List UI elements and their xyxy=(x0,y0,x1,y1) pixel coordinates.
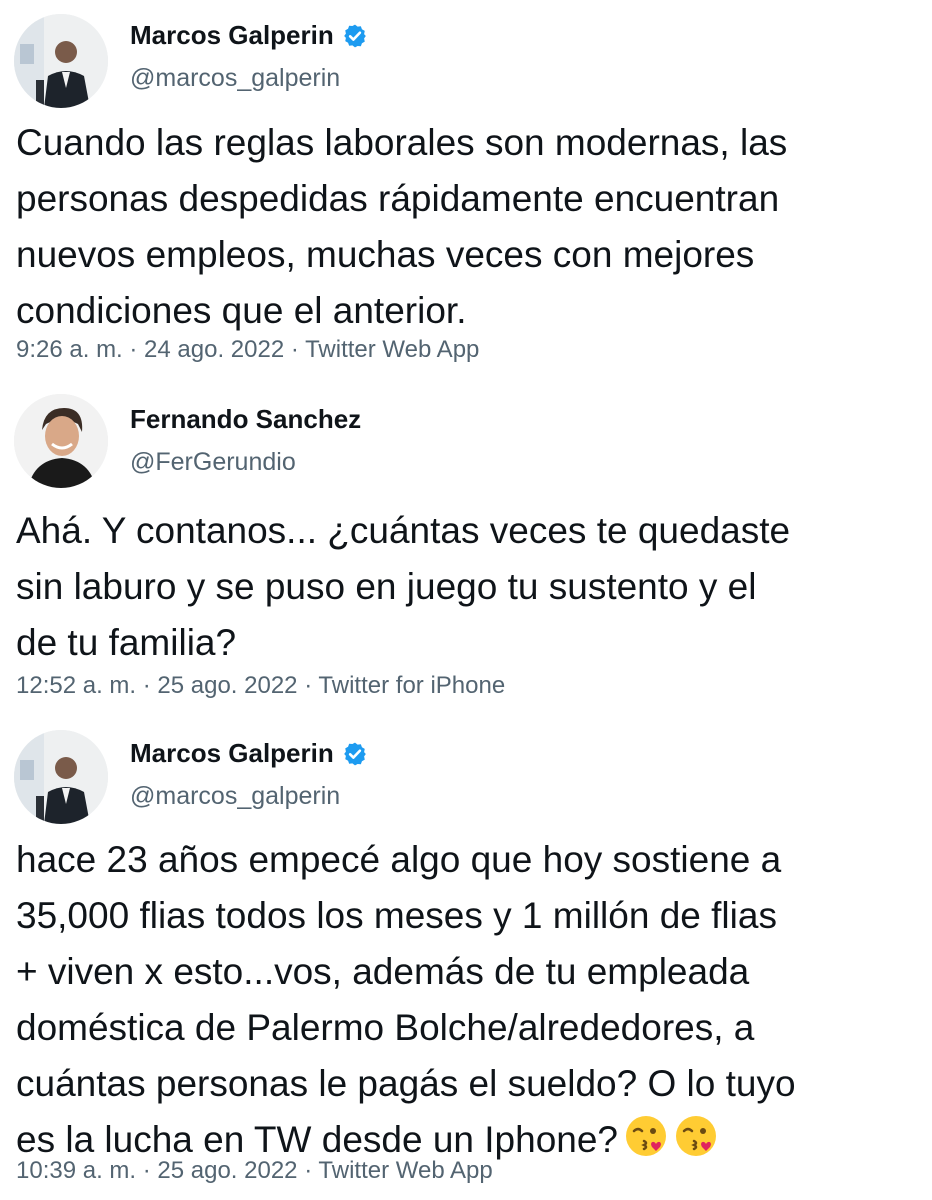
avatar[interactable] xyxy=(14,14,108,108)
tweet-text: hace 23 años empecé algo que hoy sostien… xyxy=(16,832,921,1168)
author-handle[interactable]: @marcos_galperin xyxy=(130,782,340,811)
profile-photo-man-suit-icon xyxy=(14,730,108,824)
tweet-meta[interactable]: 12:52 a. m. · 25 ago. 2022 · Twitter for… xyxy=(16,672,505,700)
tweet-meta[interactable]: 9:26 a. m. · 24 ago. 2022 · Twitter Web … xyxy=(16,336,479,364)
author-name[interactable]: Marcos Galperin xyxy=(130,738,334,769)
author-name[interactable]: Marcos Galperin xyxy=(130,20,334,51)
tweet-meta[interactable]: 10:39 a. m. · 25 ago. 2022 · Twitter Web… xyxy=(16,1157,493,1185)
author-handle[interactable]: @marcos_galperin xyxy=(130,64,340,93)
profile-photo-man-smiling-icon xyxy=(14,394,108,488)
verified-badge-icon xyxy=(343,742,366,765)
face-blowing-kiss-emoji-icon xyxy=(626,1116,667,1156)
tweet-text-content: hace 23 años empecé algo que hoy sostien… xyxy=(16,839,796,1160)
author-name[interactable]: Fernando Sanchez xyxy=(130,404,361,435)
tweet-text: Cuando las reglas laborales son modernas… xyxy=(16,122,788,331)
verified-badge-icon xyxy=(343,24,366,47)
avatar[interactable] xyxy=(14,730,108,824)
author-handle[interactable]: @FerGerundio xyxy=(130,448,296,477)
tweet-text: Ahá. Y contanos... ¿cuántas veces te que… xyxy=(16,510,791,663)
profile-photo-man-suit-icon xyxy=(14,14,108,108)
face-blowing-kiss-emoji-icon xyxy=(676,1116,717,1156)
avatar[interactable] xyxy=(14,394,108,488)
